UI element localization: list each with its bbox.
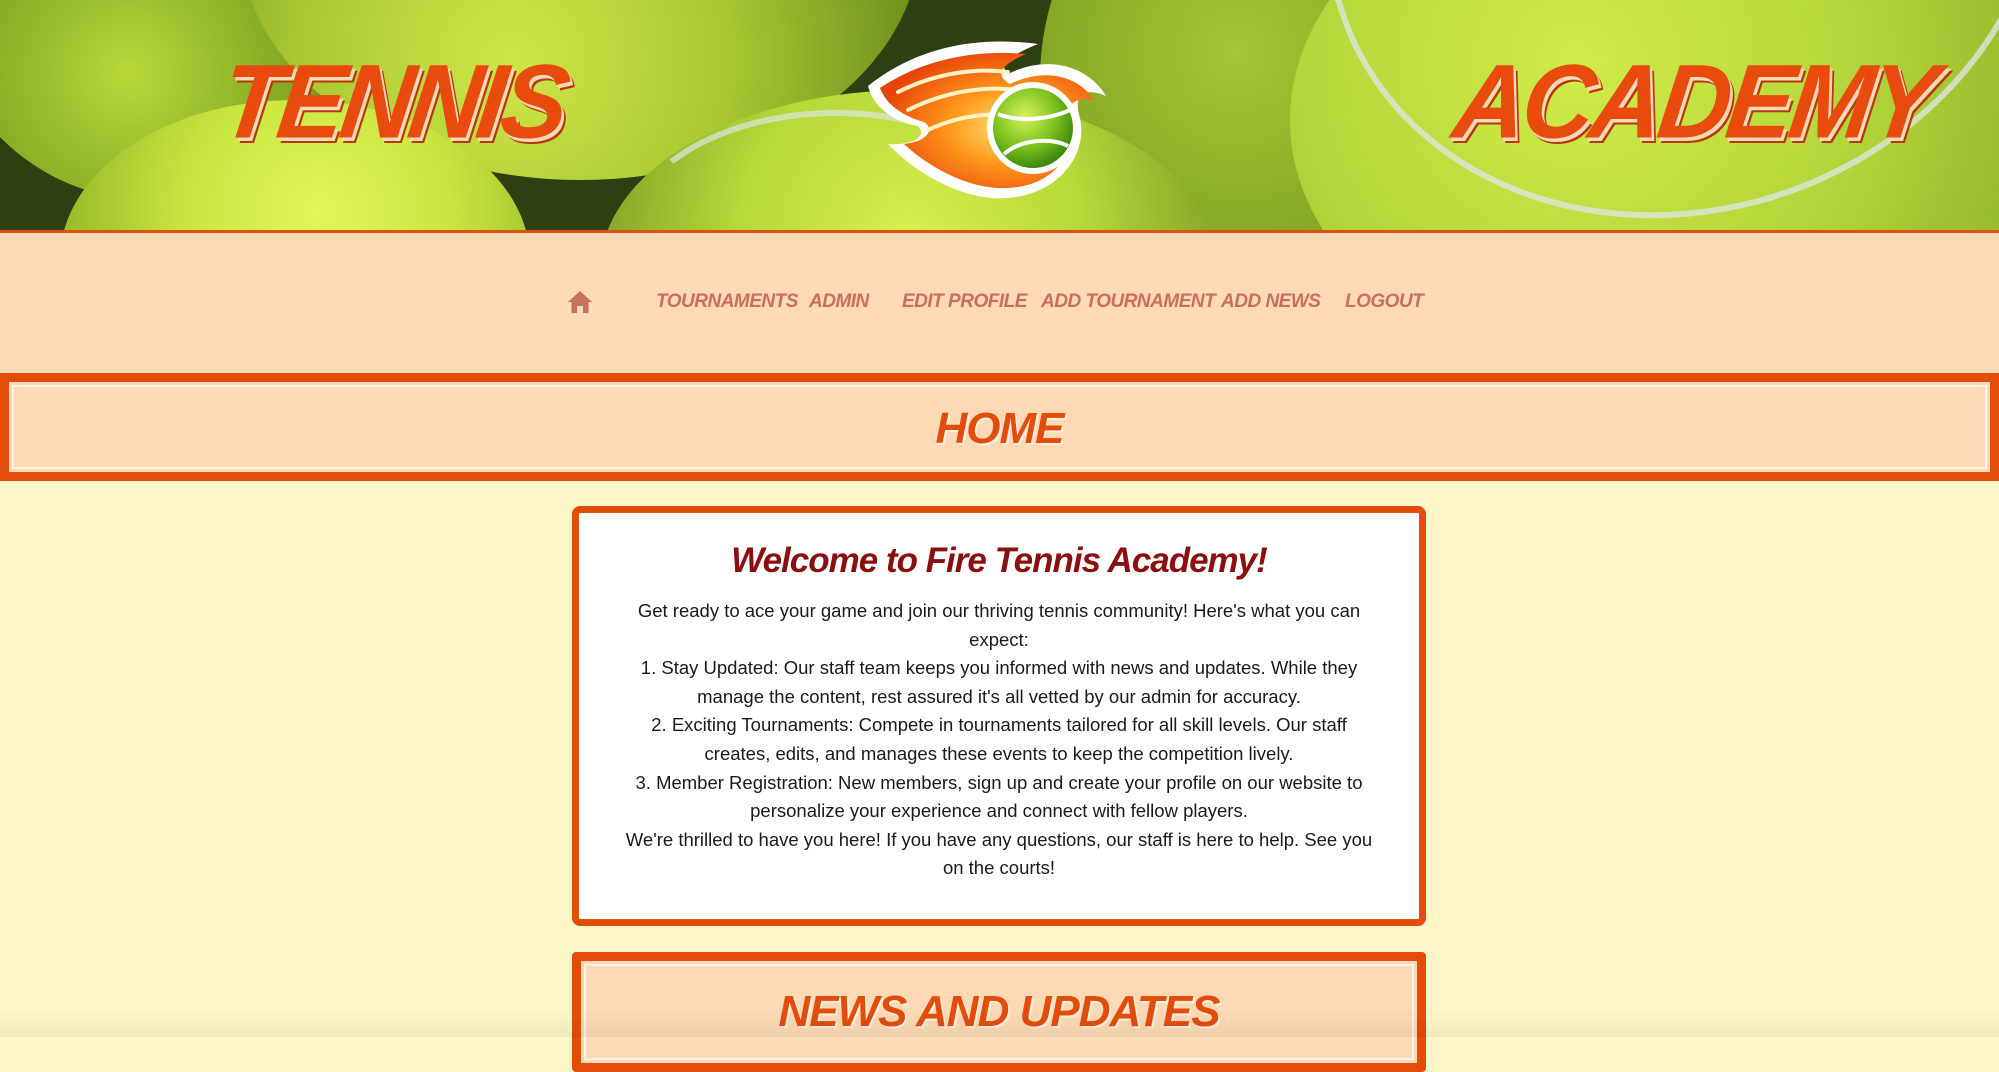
header-banner: TENNIS ACADEMY [0,0,1999,233]
welcome-point-1: 1. Stay Updated: Our staff team keeps yo… [640,657,1358,707]
welcome-point-3: 3. Member Registration: New members, sig… [635,771,1363,822]
welcome-card: Welcome to Fire Tennis Academy! Get read… [572,506,1426,926]
nav-link-logout[interactable]: LOGOUT [1345,291,1424,313]
banner-title-right: ACADEMY [1447,43,1941,161]
main-nav: TOURNAMENTS ADMIN EDIT PROFILE ADD TOURN… [0,233,1999,373]
flaming-tennis-ball-icon [868,41,1106,199]
home-icon[interactable] [566,289,594,315]
nav-link-admin[interactable]: ADMIN [809,291,869,313]
page-title-band: HOME [0,373,1999,481]
welcome-heading: Welcome to Fire Tennis Academy! [731,541,1268,580]
news-section: NEWS AND UPDATES [572,952,1426,1072]
banner-title-left: TENNIS [214,43,573,161]
welcome-body: Get ready to ace your game and join our … [621,597,1377,883]
nav-link-tournaments[interactable]: TOURNAMENTS [656,291,798,313]
news-title: NEWS AND UPDATES [778,987,1220,1036]
nav-link-edit-profile[interactable]: EDIT PROFILE [902,291,1027,313]
welcome-intro: Get ready to ace your game and join our … [637,600,1361,650]
welcome-point-2: 2. Exciting Tournaments: Compete in tour… [651,714,1347,764]
welcome-closing: We're thrilled to have you here! If you … [625,828,1373,879]
nav-link-add-news[interactable]: ADD NEWS [1221,291,1321,313]
nav-link-add-tournament[interactable]: ADD TOURNAMENT [1041,291,1216,313]
page-title: HOME [935,404,1065,453]
